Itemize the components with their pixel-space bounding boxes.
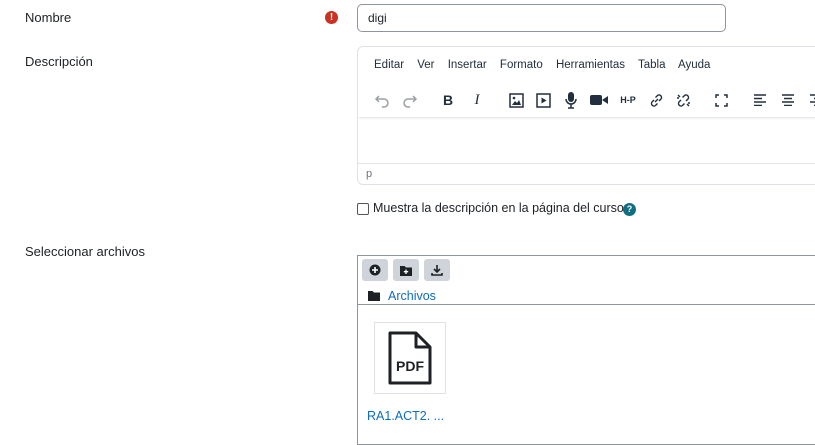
file-manager: Archivos PDF RA1.ACT2. ... <box>357 255 815 445</box>
image-icon[interactable] <box>506 90 526 110</box>
h5p-icon[interactable]: H-P <box>616 90 640 110</box>
editor-statusbar: p <box>358 163 815 184</box>
create-folder-icon <box>400 265 412 276</box>
align-right-icon[interactable] <box>806 90 815 110</box>
video-icon[interactable] <box>588 90 610 110</box>
align-left-icon[interactable] <box>750 90 770 110</box>
italic-icon[interactable]: I <box>467 90 487 110</box>
menu-editar[interactable]: Editar <box>374 59 404 71</box>
folder-icon <box>368 291 380 301</box>
file-tile[interactable]: PDF <box>374 322 446 394</box>
menu-insertar[interactable]: Insertar <box>448 59 487 71</box>
element-path[interactable]: p <box>366 168 372 180</box>
unlink-icon[interactable] <box>673 90 693 110</box>
show-description-label[interactable]: Muestra la descripción en la página del … <box>373 201 624 215</box>
menu-tabla[interactable]: Tabla <box>638 59 666 71</box>
menu-ayuda[interactable]: Ayuda <box>678 59 710 71</box>
editor-toolbar: B I H-P <box>358 83 815 117</box>
description-editor: Editar Ver Insertar Formato Herramientas… <box>357 46 815 185</box>
help-icon[interactable]: ? <box>623 203 636 216</box>
breadcrumb-archivos[interactable]: Archivos <box>388 289 436 303</box>
divider <box>358 304 815 305</box>
fullscreen-icon[interactable] <box>711 90 731 110</box>
editor-menubar: Editar Ver Insertar Formato Herramientas… <box>374 59 720 71</box>
download-button[interactable] <box>424 259 450 281</box>
required-icon: ! <box>325 11 338 24</box>
pdf-file-icon: PDF <box>388 331 432 385</box>
align-center-icon[interactable] <box>778 90 798 110</box>
media-icon[interactable] <box>533 90 553 110</box>
menu-herramientas[interactable]: Herramientas <box>556 59 625 71</box>
pdf-label: PDF <box>396 358 424 374</box>
add-file-icon <box>369 264 381 276</box>
link-icon[interactable] <box>646 90 666 110</box>
description-label: Descripción <box>25 54 93 69</box>
menu-ver[interactable]: Ver <box>417 59 434 71</box>
undo-icon[interactable] <box>372 90 392 110</box>
menu-formato[interactable]: Formato <box>500 59 543 71</box>
download-icon <box>431 265 443 276</box>
file-name[interactable]: RA1.ACT2. ... <box>367 409 444 423</box>
bold-icon[interactable]: B <box>438 90 458 110</box>
microphone-icon[interactable] <box>561 90 581 110</box>
show-description-checkbox[interactable] <box>357 203 369 215</box>
create-folder-button[interactable] <box>393 259 419 281</box>
breadcrumb: Archivos <box>368 289 436 303</box>
redo-icon[interactable] <box>400 90 420 110</box>
name-input[interactable] <box>357 4 726 32</box>
name-label: Nombre <box>25 10 72 25</box>
select-files-label: Seleccionar archivos <box>25 244 145 259</box>
add-file-button[interactable] <box>362 259 388 281</box>
